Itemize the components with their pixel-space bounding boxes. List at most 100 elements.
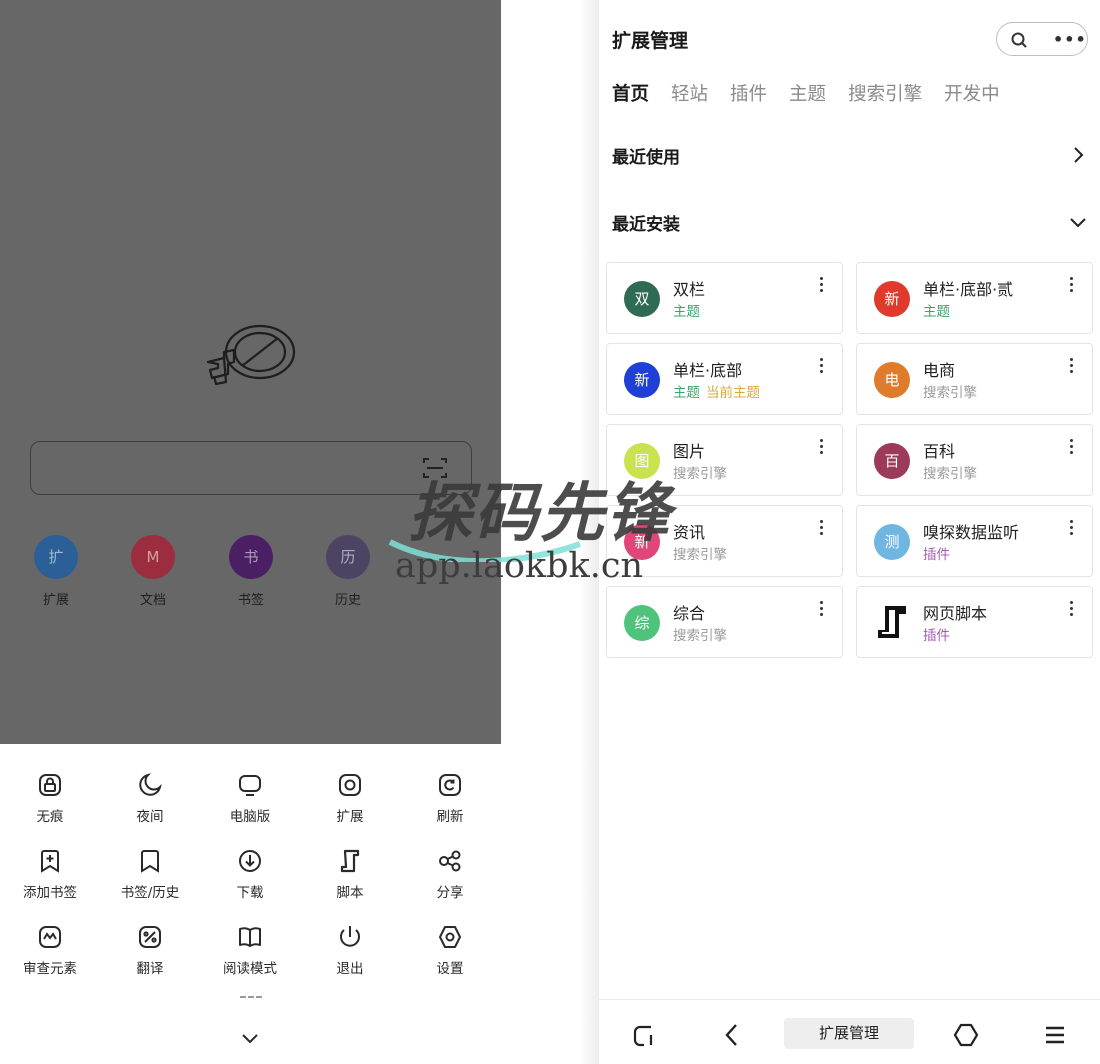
menu-item-add-bookmark[interactable]: 添加书签 (0, 848, 100, 901)
menu-item-label: 退出 (336, 961, 364, 977)
menu-bottom-sheet: 无痕 夜间 电脑版 扩展 刷新 添加书签 书签/历史 下载 脚本 分享 审查元素… (0, 744, 501, 1064)
menu-item-desktop[interactable]: 电脑版 (200, 772, 300, 825)
dim-overlay[interactable]: 扩 扩展 M 文档 书 书签 历 历史 (0, 0, 501, 744)
menu-item-script[interactable]: 脚本 (300, 848, 400, 901)
tab-home[interactable]: 首页 (612, 80, 649, 106)
extension-name: 综合 (673, 604, 706, 623)
extension-avatar: 新 (624, 524, 660, 560)
menu-item-download[interactable]: 下载 (200, 848, 300, 901)
tab-plugins[interactable]: 插件 (730, 80, 767, 106)
more-vertical-icon[interactable] (1070, 601, 1074, 616)
menu-item-label: 分享 (436, 885, 464, 901)
menu-item-settings[interactable]: 设置 (400, 924, 500, 977)
menu-icon[interactable] (1042, 1022, 1068, 1048)
section-title: 最近安装 (612, 215, 680, 235)
extension-name: 双栏 (673, 280, 706, 299)
extension-card[interactable]: 百 百科 搜索引擎 (856, 424, 1093, 496)
shortcut-avatar: M (131, 535, 175, 579)
shortcut-history[interactable]: 历 历史 (318, 535, 378, 608)
script-icon (340, 849, 360, 873)
more-vertical-icon[interactable] (820, 358, 824, 373)
chevron-down-icon[interactable] (240, 1031, 260, 1045)
tab-search-engines[interactable]: 搜索引擎 (848, 80, 922, 106)
extension-avatar: 新 (874, 281, 910, 317)
url-search-bar[interactable] (30, 441, 472, 495)
extension-name: 图片 (673, 442, 706, 461)
extension-card[interactable]: 新 单栏·底部 主题 当前主题 (606, 343, 843, 415)
menu-item-inspect[interactable]: 审查元素 (0, 924, 100, 977)
extension-avatar: 测 (874, 524, 910, 560)
menu-item-share[interactable]: 分享 (400, 848, 500, 901)
menu-item-reader[interactable]: 阅读模式 (200, 924, 300, 977)
search-icon[interactable] (1010, 31, 1028, 49)
extension-card[interactable]: 新 单栏·底部·贰 主题 (856, 262, 1093, 334)
more-vertical-icon[interactable] (820, 277, 824, 292)
tag-search-engine: 搜索引擎 (673, 547, 727, 563)
action-pill: ••• (996, 22, 1088, 56)
shortcut-bookmarks[interactable]: 书 书签 (221, 535, 281, 608)
scan-icon[interactable] (422, 456, 448, 480)
shortcut-label: 历史 (334, 593, 361, 608)
screenshot-root: 扩 扩展 M 文档 书 书签 历 历史 无痕 夜间 电脑版 扩展 刷新 添加书签… (0, 0, 1100, 1064)
tag-plugin: 插件 (923, 547, 950, 563)
extension-name: 电商 (923, 361, 956, 380)
tab-light-sites[interactable]: 轻站 (671, 80, 708, 106)
extension-tags: 主题 当前主题 (673, 381, 766, 401)
browser-home-screen: 扩 扩展 M 文档 书 书签 历 历史 无痕 夜间 电脑版 扩展 刷新 添加书签… (0, 0, 501, 1064)
menu-item-night[interactable]: 夜间 (100, 772, 200, 825)
tag-plugin: 插件 (923, 628, 950, 644)
address-title-button[interactable]: 扩展管理 (784, 1018, 914, 1049)
extension-card[interactable]: 新 资讯 搜索引擎 (606, 505, 843, 577)
tag-search-engine: 搜索引擎 (923, 466, 977, 482)
shortcut-extensions[interactable]: 扩 扩展 (26, 535, 86, 608)
tag-theme: 主题 (923, 304, 950, 320)
menu-item-label: 书签/历史 (120, 885, 180, 901)
menu-item-exit[interactable]: 退出 (300, 924, 400, 977)
menu-item-label: 审查元素 (23, 961, 77, 977)
menu-item-incognito[interactable]: 无痕 (0, 772, 100, 825)
menu-item-extensions[interactable]: 扩展 (300, 772, 400, 825)
extension-card[interactable]: 图 图片 搜索引擎 (606, 424, 843, 496)
sheet-drag-handle[interactable] (240, 996, 262, 998)
home-icon[interactable] (953, 1022, 979, 1048)
more-vertical-icon[interactable] (820, 601, 824, 616)
tab-in-development[interactable]: 开发中 (944, 80, 1000, 106)
extension-tags: 主题 (673, 300, 706, 320)
tabs-icon[interactable] (631, 1022, 657, 1048)
menu-item-label: 夜间 (136, 809, 164, 825)
tag-search-engine: 搜索引擎 (923, 385, 977, 401)
extension-card[interactable]: 双 双栏 主题 (606, 262, 843, 334)
more-vertical-icon[interactable] (820, 520, 824, 535)
tab-themes[interactable]: 主题 (789, 80, 826, 106)
more-vertical-icon[interactable] (1070, 277, 1074, 292)
extension-avatar: 图 (624, 443, 660, 479)
extension-name: 资讯 (673, 523, 706, 542)
menu-item-label: 刷新 (436, 809, 464, 825)
more-vertical-icon[interactable] (1070, 439, 1074, 454)
more-vertical-icon[interactable] (1070, 520, 1074, 535)
shortcut-docs[interactable]: M 文档 (123, 535, 183, 608)
refresh-icon (439, 774, 461, 796)
extension-card[interactable]: 网页脚本 插件 (856, 586, 1093, 658)
menu-item-translate[interactable]: 翻译 (100, 924, 200, 977)
extension-avatar: 百 (874, 443, 910, 479)
extension-name: 单栏·底部 (673, 361, 743, 380)
shortcut-avatar: 历 (326, 535, 370, 579)
extension-tags: 主题 (923, 300, 956, 320)
share-icon (439, 850, 461, 872)
extension-card[interactable]: 综 综合 搜索引擎 (606, 586, 843, 658)
menu-item-refresh[interactable]: 刷新 (400, 772, 500, 825)
more-vertical-icon[interactable] (820, 439, 824, 454)
translate-icon (139, 926, 161, 948)
menu-item-bookmarks-history[interactable]: 书签/历史 (100, 848, 200, 901)
back-icon[interactable] (719, 1022, 745, 1048)
menu-item-label: 扩展 (336, 809, 364, 825)
extension-card[interactable]: 电 电商 搜索引擎 (856, 343, 1093, 415)
more-icon[interactable]: ••• (1053, 30, 1087, 49)
menu-item-label: 脚本 (336, 885, 364, 901)
recent-used-row[interactable]: 最近使用 (612, 143, 1088, 171)
recent-installed-row[interactable]: 最近安装 (612, 210, 1088, 238)
extension-card[interactable]: 测 嗅探数据监听 插件 (856, 505, 1093, 577)
extension-tags: 搜索引擎 (673, 462, 733, 482)
more-vertical-icon[interactable] (1070, 358, 1074, 373)
